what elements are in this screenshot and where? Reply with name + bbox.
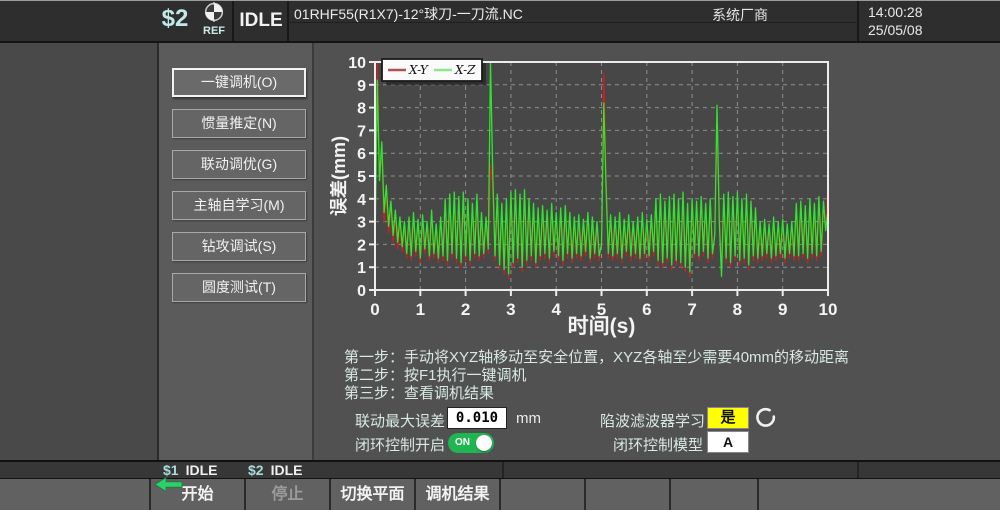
svg-text:时间(s): 时间(s) [568, 315, 636, 338]
cycle-arrow-icon [753, 406, 779, 430]
clock-date: 25/05/08 [868, 22, 923, 38]
statusbar-separator [857, 462, 859, 478]
sidebar-item-one-key-tuning[interactable]: 一键调机(O) [172, 68, 306, 97]
svg-text:10: 10 [348, 55, 366, 72]
program-cell-divider [289, 22, 856, 23]
notch-filter-value-field[interactable]: 是 [707, 407, 749, 429]
channel-2-state: IDLE [271, 462, 303, 478]
channel-1-id: $1 [163, 462, 179, 478]
svg-text:2: 2 [357, 237, 366, 254]
svg-text:10: 10 [819, 300, 838, 319]
svg-text:误差(mm): 误差(mm) [330, 136, 349, 216]
instruction-step-2: 第二步：按F1执行一键调机 [344, 367, 849, 385]
softkey-separator [669, 479, 671, 510]
softkey-separator [584, 479, 586, 510]
softkey-tuning-result[interactable]: 调机结果 [416, 479, 499, 510]
svg-text:9: 9 [357, 78, 366, 95]
sidebar-item-inertia-estimation[interactable]: 惯量推定(N) [172, 109, 306, 138]
sidebar-item-label: 一键调机(O) [201, 74, 277, 90]
main-area: 一键调机(O) 惯量推定(N) 联动调优(G) 主轴自学习(M) 钻攻调试(S)… [0, 43, 1000, 460]
error-vs-time-chart: 012345678910012345678910时间(s)误差(mm)X-YX-… [330, 50, 842, 346]
max-error-label: 联动最大误差 [355, 410, 445, 431]
svg-text:7: 7 [687, 300, 696, 319]
closed-loop-model-label: 闭环控制模型 [600, 434, 703, 455]
svg-text:0: 0 [370, 300, 379, 319]
function-sidebar: 一键调机(O) 惯量推定(N) 联动调优(G) 主轴自学习(M) 钻攻调试(S)… [159, 43, 314, 460]
topbar-separator [232, 1, 234, 41]
svg-text:7: 7 [357, 123, 366, 140]
sidebar-item-spindle-self-learn[interactable]: 主轴自学习(M) [172, 191, 306, 220]
machine-mode: IDLE [236, 1, 286, 41]
svg-text:6: 6 [642, 300, 651, 319]
svg-text:0: 0 [357, 283, 366, 300]
svg-text:8: 8 [357, 101, 366, 118]
statusbar-separator [502, 462, 504, 478]
ref-label: REF [198, 25, 230, 37]
svg-text:4: 4 [551, 300, 561, 319]
ref-state: REF [198, 2, 230, 37]
topbar-separator [857, 1, 859, 41]
svg-text:2: 2 [461, 300, 470, 319]
softkey-separator [757, 479, 759, 510]
left-margin-panel [0, 43, 159, 460]
sidebar-item-label: 联动调优(G) [201, 156, 277, 172]
svg-text:1: 1 [416, 300, 425, 319]
svg-text:3: 3 [357, 215, 366, 232]
svg-text:8: 8 [733, 300, 742, 319]
toggle-knob [476, 435, 492, 451]
sidebar-item-linkage-tuning[interactable]: 联动调优(G) [172, 150, 306, 179]
toggle-state-label: ON [455, 437, 470, 448]
svg-text:3: 3 [506, 300, 515, 319]
top-status-bar: $2 REF IDLE 01RHF55(R1X7)-12°球刀-一刀流.NC 系… [0, 0, 1000, 43]
instruction-step-3: 第三步：查看调机结果 [344, 385, 849, 403]
softkey-stop[interactable]: 停止 [246, 479, 329, 510]
ref-position-icon [204, 2, 224, 22]
svg-text:4: 4 [357, 192, 366, 209]
channel-1-status: $1 IDLE [163, 462, 217, 478]
max-error-unit: mm [516, 410, 541, 427]
closed-loop-switch-label: 闭环控制开启 [355, 434, 445, 455]
clock-time: 14:00:28 [868, 4, 923, 20]
sidebar-item-roundness-test[interactable]: 圆度测试(T) [172, 273, 306, 302]
softkey-label: 开始 [181, 486, 213, 503]
error-chart-container: 012345678910012345678910时间(s)误差(mm)X-YX-… [330, 50, 842, 351]
svg-text:1: 1 [357, 260, 366, 277]
cnc-tuning-screen: $2 REF IDLE 01RHF55(R1X7)-12°球刀-一刀流.NC 系… [0, 0, 1000, 510]
svg-text:9: 9 [778, 300, 787, 319]
max-error-input[interactable] [447, 407, 507, 429]
sidebar-item-label: 惯量推定(N) [201, 115, 276, 131]
instruction-step-1: 第一步：手动将XYZ轴移动至安全位置，XYZ各轴至少需要40mm的移动距离 [344, 349, 849, 367]
step-instructions: 第一步：手动将XYZ轴移动至安全位置，XYZ各轴至少需要40mm的移动距离 第二… [344, 349, 849, 403]
sidebar-item-label: 钻攻调试(S) [202, 238, 277, 254]
channel-2-status: $2 IDLE [248, 462, 302, 478]
channel-1-state: IDLE [186, 462, 218, 478]
topbar-separator [287, 1, 289, 41]
svg-text:X-Z: X-Z [454, 63, 476, 77]
closed-loop-toggle[interactable]: ON [448, 433, 494, 453]
softkey-label: 调机结果 [425, 486, 489, 503]
channel-2-id: $2 [248, 462, 264, 478]
svg-text:6: 6 [357, 146, 366, 163]
vendor-label: 系统厂商 [712, 5, 768, 25]
softkey-separator [499, 479, 501, 510]
softkey-page-left-arrow-icon[interactable] [154, 477, 184, 497]
channel-status-bar: $1 IDLE $2 IDLE [0, 460, 1000, 479]
notch-filter-label: 陷波滤波器学习 [600, 410, 703, 431]
notch-cycle-button[interactable] [753, 406, 779, 430]
svg-text:X-Y: X-Y [408, 63, 429, 77]
svg-text:5: 5 [357, 169, 366, 186]
sidebar-item-label: 圆度测试(T) [202, 279, 276, 295]
softkey-switch-plane[interactable]: 切换平面 [331, 479, 414, 510]
sidebar-item-tap-drill-debug[interactable]: 钻攻调试(S) [172, 232, 306, 261]
softkey-bar: 开始 停止 切换平面 调机结果 [0, 479, 1000, 510]
channel-label: $2 [155, 5, 195, 33]
softkey-label: 切换平面 [340, 486, 404, 503]
closed-loop-model-field[interactable]: A [707, 431, 749, 453]
nc-program-name: 01RHF55(R1X7)-12°球刀-一刀流.NC [294, 4, 523, 24]
softkey-label: 停止 [271, 486, 303, 503]
sidebar-item-label: 主轴自学习(M) [194, 197, 285, 213]
